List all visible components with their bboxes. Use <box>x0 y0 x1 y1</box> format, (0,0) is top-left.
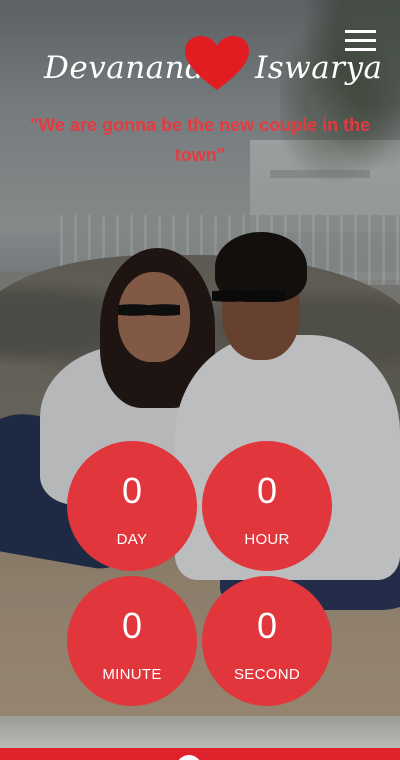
countdown-minute: 0 MINUTE <box>67 576 197 706</box>
bride-name: Devanand <box>44 50 206 86</box>
menu-line-top <box>345 30 376 33</box>
hour-label: HOUR <box>244 531 290 548</box>
next-section-preview <box>0 716 400 748</box>
day-label: DAY <box>116 531 148 548</box>
heart-icon <box>185 36 249 90</box>
countdown-second: 0 SECOND <box>202 576 332 706</box>
wedding-landing-page: Devanand Iswarya "We are gonna be the ne… <box>0 0 400 760</box>
footer-bar <box>0 748 400 760</box>
tagline: "We are gonna be the new couple in the t… <box>29 115 371 165</box>
minute-label: MINUTE <box>102 666 162 683</box>
hour-value: 0 <box>256 470 278 511</box>
groom-name: Iswarya <box>255 50 383 86</box>
second-label: SECOND <box>234 666 300 683</box>
couple-names: Devanand Iswarya <box>0 36 400 108</box>
countdown-hour: 0 HOUR <box>202 441 332 571</box>
heart-shape <box>185 36 249 90</box>
second-value: 0 <box>256 605 278 646</box>
day-value: 0 <box>121 470 143 511</box>
countdown-day: 0 DAY <box>67 441 197 571</box>
minute-value: 0 <box>121 605 143 646</box>
